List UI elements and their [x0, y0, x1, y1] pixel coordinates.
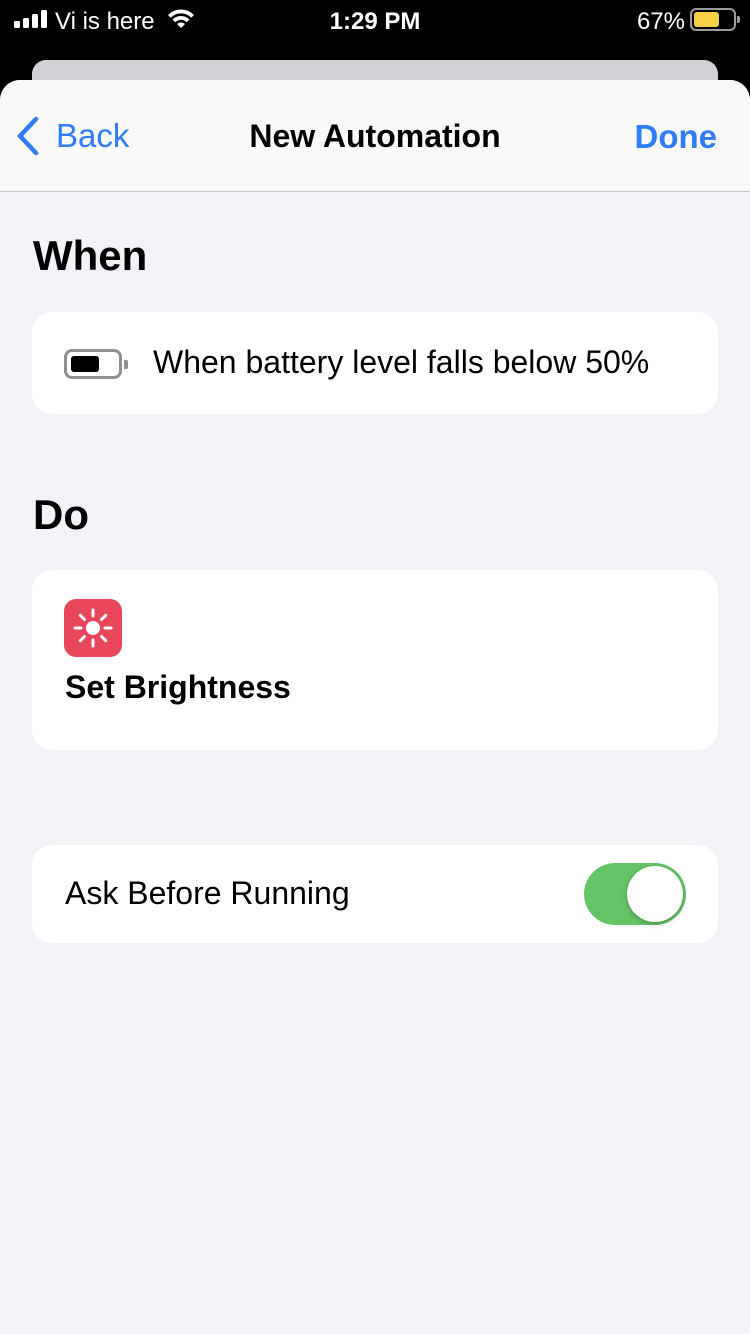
when-section-header: When	[33, 232, 148, 279]
do-section-header: Do	[33, 491, 89, 538]
ask-before-running-row: Ask Before Running	[32, 845, 718, 943]
action-label: Set Brightness	[65, 669, 291, 705]
navigation-bar: Back New Automation Done	[0, 80, 750, 192]
battery-fill	[694, 12, 719, 27]
sun-brightness-icon	[64, 599, 122, 657]
automation-sheet: Back New Automation Done When When batte…	[0, 80, 750, 1334]
trigger-row[interactable]: When battery level falls below 50%	[32, 312, 718, 414]
trigger-description: When battery level falls below 50%	[153, 344, 650, 380]
ask-before-running-label: Ask Before Running	[65, 875, 350, 911]
action-card-set-brightness[interactable]: Set Brightness	[32, 570, 718, 750]
ask-before-running-toggle[interactable]	[584, 863, 686, 925]
status-bar: Vi is here 1:29 PM 67%	[0, 0, 750, 44]
battery-icon	[690, 8, 740, 31]
battery-percentage: 67%	[636, 8, 685, 35]
toggle-knob	[627, 866, 683, 922]
done-button[interactable]: Done	[635, 118, 718, 156]
battery-icon	[64, 349, 128, 379]
